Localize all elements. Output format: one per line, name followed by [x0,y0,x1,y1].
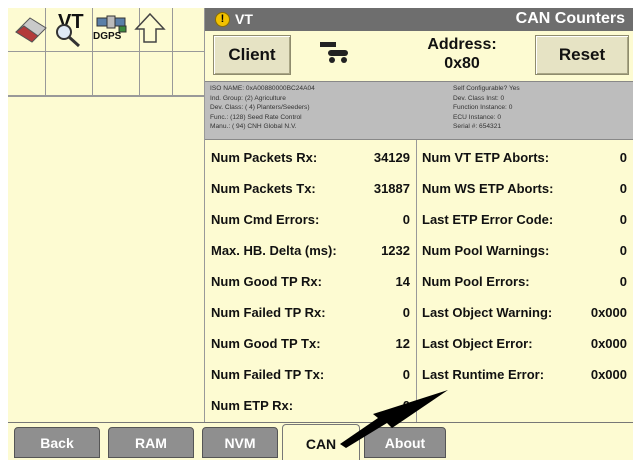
counter-label: Last ETP Error Code: [422,212,554,227]
device-info: ISO NAME: 0xA00880000BC24A04 Ind. Group:… [205,81,633,140]
counter-value: 0x000 [590,305,627,320]
dgps-label: DGPS [93,31,122,42]
counter-label: Num Packets Tx: [211,181,316,196]
soft-key-cell[interactable] [173,8,205,52]
page-title: CAN Counters [515,10,625,27]
info-ecu-instance: ECU Instance: 0 [453,113,502,121]
counter-row: Num Packets Tx: 31887 [205,172,416,204]
counter-label: Last Object Error: [422,336,533,351]
counter-label: Num VT ETP Aborts: [422,150,550,165]
counter-label: Num ETP Rx: [211,398,294,413]
counter-row: Last Object Error: 0x000 [416,327,633,359]
info-dev-class: Dev. Class: ( 4) Planters/Seeders) [210,104,310,111]
info-function-instance: Function Instance: 0 [453,104,513,111]
counter-label: Num Good TP Rx: [211,274,322,289]
counter-value: 34129 [373,150,410,165]
counter-label: Last Runtime Error: [422,367,545,382]
eraser-icon[interactable] [14,14,48,44]
counter-row: Num Packets Rx: 34129 [205,141,416,173]
counter-row: Num VT ETP Aborts: 0 [416,141,633,173]
counter-row: Num Cmd Errors: 0 [205,203,416,235]
callout-arrow-icon [340,390,448,448]
counter-value: 0 [619,243,627,258]
left-panel [8,96,205,422]
soft-key-cell[interactable] [8,52,46,96]
info-serial: Serial #: 654321 [453,123,502,130]
soft-key-cell[interactable] [173,52,205,96]
counter-row: Num Failed TP Rx: 0 [205,296,416,328]
counter-label: Last Object Warning: [422,305,553,320]
implement-icon [320,42,348,63]
counter-value: 0 [402,305,410,320]
counter-value: 0 [619,150,627,165]
counter-label: Num WS ETP Aborts: [422,181,554,196]
counter-row: Num Pool Warnings: 0 [416,234,633,266]
tab-ram[interactable]: RAM [108,427,194,458]
counter-label: Num Cmd Errors: [211,212,320,227]
arrow-up-icon[interactable] [134,12,166,44]
counter-value: 0 [402,367,410,382]
title-vt-label: VT [235,11,253,27]
counter-label: Num Packets Rx: [211,150,318,165]
counter-value: 0x000 [590,367,627,382]
soft-key-cell[interactable] [93,52,140,96]
counter-value: 0 [619,181,627,196]
info-self-configurable: Self Configurable? Yes [453,85,520,92]
counter-label: Num Good TP Tx: [211,336,321,351]
reset-button[interactable]: Reset [535,35,629,75]
counter-value: 31887 [373,181,410,196]
counter-value: 14 [395,274,410,289]
counter-row: Last ETP Error Code: 0 [416,203,633,235]
alert-icon: ! [215,12,230,27]
counter-label: Num Failed TP Rx: [211,305,326,320]
counter-row: Num Pool Errors: 0 [416,265,633,297]
counter-row: Num WS ETP Aborts: 0 [416,172,633,204]
counter-label: Num Pool Warnings: [422,243,550,258]
counter-label: Num Failed TP Tx: [211,367,325,382]
counter-label: Num Pool Errors: [422,274,530,289]
counter-value: 1232 [381,243,410,258]
counter-value: 12 [395,336,410,351]
client-button[interactable]: Client [213,35,291,75]
counter-row: Num Failed TP Tx: 0 [205,358,416,390]
soft-key-cell[interactable] [46,52,93,96]
info-iso-name: ISO NAME: 0xA00880000BC24A04 [210,85,315,92]
counter-row: Last Runtime Error: 0x000 [416,358,633,390]
info-manufacturer: Manu.: ( 94) CNH Global N.V. [210,123,297,130]
counter-label: Max. HB. Delta (ms): [211,243,337,258]
counter-value: 0 [402,212,410,227]
address-value: 0x80 [444,55,480,72]
title-bar: ! VT CAN Counters [205,8,633,31]
counter-row: Last Object Warning: 0x000 [416,296,633,328]
counter-value: 0 [619,212,627,227]
counter-row: Num Good TP Tx: 12 [205,327,416,359]
soft-key-cell[interactable] [140,52,173,96]
info-ind-group: Ind. Group: (2) Agriculture [210,94,286,102]
counter-value: 0x000 [590,336,627,351]
tab-nvm[interactable]: NVM [202,427,278,458]
magnifier-icon [56,24,81,48]
tab-back[interactable]: Back [14,427,100,458]
counter-row: Max. HB. Delta (ms): 1232 [205,234,416,266]
address-display: Address: 0x80 [407,35,517,73]
info-dev-class-inst: Dev. Class Inst: 0 [453,94,505,102]
info-function: Func.: (128) Seed Rate Control [210,113,302,121]
counter-value: 0 [619,274,627,289]
address-label: Address: [427,36,497,53]
counter-row: Num Good TP Rx: 14 [205,265,416,297]
